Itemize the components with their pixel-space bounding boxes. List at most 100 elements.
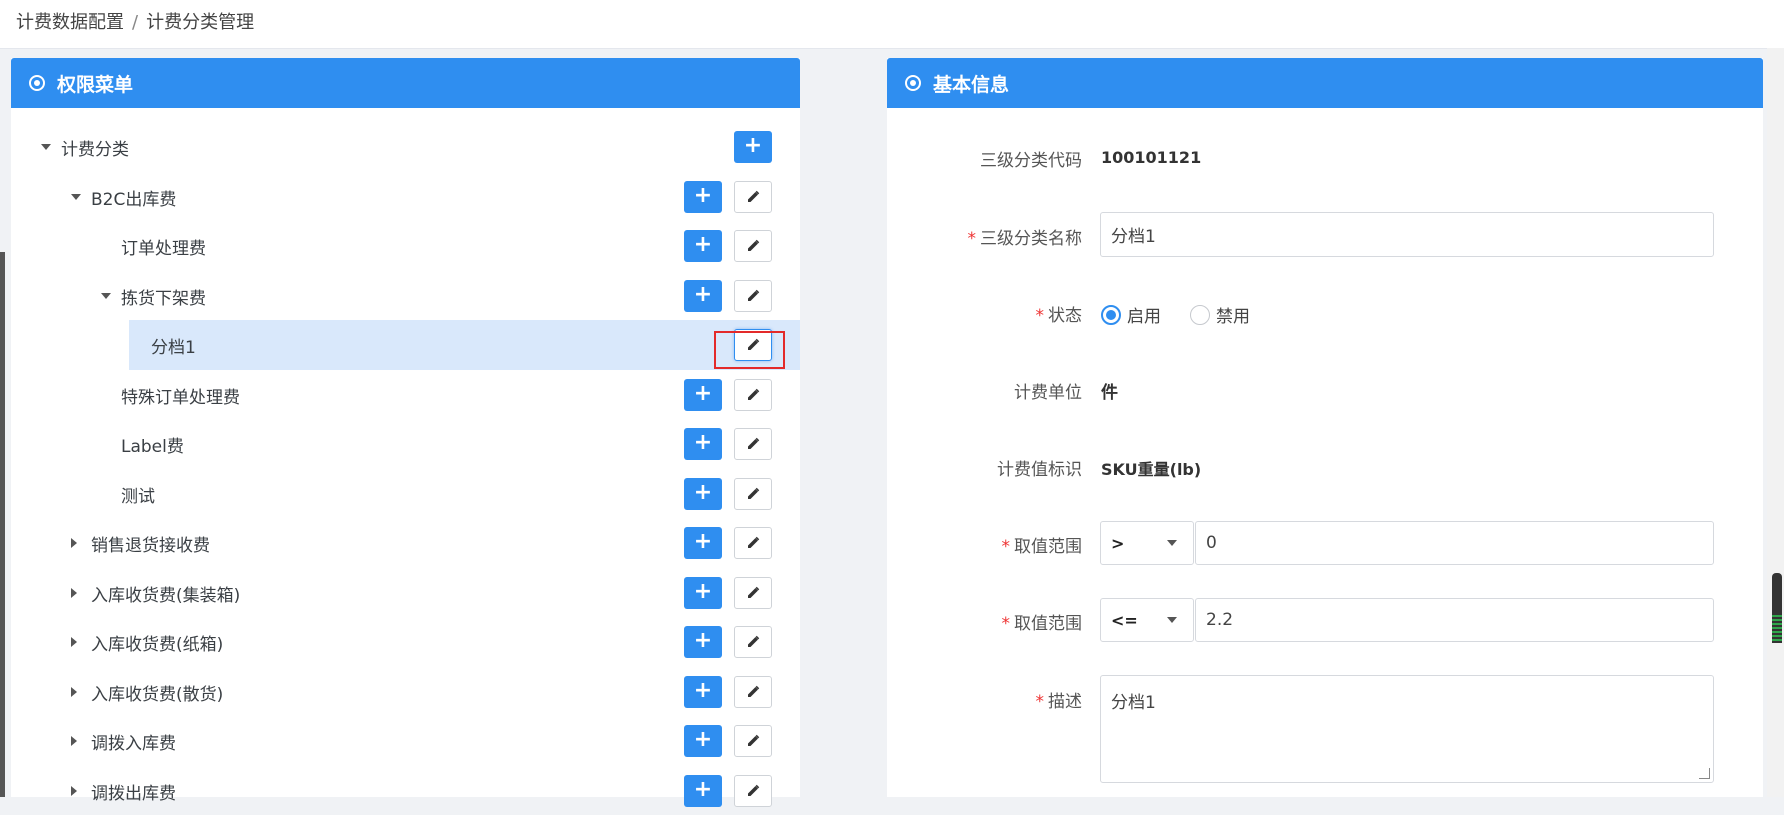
caret-right-icon[interactable] — [71, 736, 77, 746]
edit-button[interactable] — [734, 280, 772, 312]
edit-button[interactable] — [734, 676, 772, 708]
tree-row[interactable]: 拣货下架费 + — [11, 271, 800, 321]
tree-row[interactable]: 分档1 — [129, 320, 800, 370]
caret-right-icon[interactable] — [71, 687, 77, 697]
desc-label: *描述 — [1036, 687, 1083, 712]
add-child-button[interactable]: + — [684, 676, 722, 708]
caret-down-icon[interactable] — [101, 293, 111, 299]
add-child-button[interactable]: + — [734, 131, 772, 163]
pencil-icon — [746, 635, 760, 649]
tree-row[interactable]: B2C出库费 + — [11, 172, 800, 222]
tree-row[interactable]: 入库收货费(纸箱) + — [11, 617, 800, 667]
add-child-button[interactable]: + — [684, 527, 722, 559]
caret-right-icon[interactable] — [71, 588, 77, 598]
pencil-icon — [746, 586, 760, 600]
add-child-button[interactable]: + — [684, 230, 722, 262]
basic-info-header: 基本信息 — [887, 58, 1763, 108]
required-mark: * — [1036, 692, 1045, 712]
tree-node-label[interactable]: B2C出库费 — [91, 185, 176, 210]
tree-row[interactable]: 特殊订单处理费 + — [11, 370, 800, 420]
pencil-icon — [746, 437, 760, 451]
tree-node-label[interactable]: 入库收货费(纸箱) — [91, 630, 223, 655]
edit-button[interactable] — [734, 577, 772, 609]
tree-node-label[interactable]: 销售退货接收费 — [91, 531, 210, 556]
caret-right-icon[interactable] — [71, 538, 77, 548]
wordpress-icon — [29, 75, 45, 91]
category-tree: 计费分类+B2C出库费+订单处理费+拣货下架费+分档1特殊订单处理费+Label… — [11, 108, 800, 815]
tree-row[interactable]: 入库收货费(散货) + — [11, 667, 800, 717]
edit-button[interactable] — [734, 775, 772, 807]
name-label: *三级分类名称 — [968, 224, 1083, 249]
tree-row[interactable]: Label费 + — [11, 419, 800, 469]
required-mark: * — [1002, 537, 1011, 557]
caret-down-icon[interactable] — [41, 144, 51, 150]
status-radio-disabled[interactable]: 禁用 — [1190, 302, 1250, 327]
name-input[interactable]: 分档1 — [1100, 212, 1714, 257]
tree-row[interactable]: 入库收货费(集装箱) + — [11, 568, 800, 618]
tree-node-label[interactable]: 调拨出库费 — [91, 779, 176, 804]
edit-button[interactable] — [734, 725, 772, 757]
radio-checked-icon — [1101, 305, 1121, 325]
pencil-icon — [746, 487, 760, 501]
description-textarea[interactable]: 分档1 — [1100, 675, 1714, 783]
permission-menu-panel: 权限菜单 计费分类+B2C出库费+订单处理费+拣货下架费+分档1特殊订单处理费+… — [11, 58, 800, 797]
tree-node-label[interactable]: 分档1 — [151, 333, 196, 358]
window-edge — [0, 252, 5, 797]
range1-value-input[interactable]: 0 — [1195, 521, 1714, 565]
unit-value: 件 — [1101, 378, 1118, 403]
edit-button[interactable] — [734, 230, 772, 262]
add-child-button[interactable]: + — [684, 577, 722, 609]
range1-label: *取值范围 — [1002, 532, 1083, 557]
add-child-button[interactable]: + — [684, 626, 722, 658]
tree-row[interactable]: 调拨入库费 + — [11, 716, 800, 766]
breadcrumb-item-category-manage: 计费分类管理 — [146, 12, 254, 33]
tree-node-label[interactable]: 调拨入库费 — [91, 729, 176, 754]
scrollbar[interactable] — [1767, 48, 1784, 797]
tree-row[interactable]: 计费分类 + — [11, 122, 800, 172]
edit-button[interactable] — [734, 527, 772, 559]
flag-value: SKU重量(lb) — [1101, 456, 1201, 480]
tree-row[interactable]: 销售退货接收费 + — [11, 518, 800, 568]
unit-label: 计费单位 — [1014, 378, 1082, 403]
tree-row[interactable]: 测试 + — [11, 469, 800, 519]
resize-handle-icon[interactable] — [1699, 768, 1710, 779]
pencil-icon — [746, 685, 760, 699]
code-value: 100101121 — [1101, 148, 1201, 167]
pencil-icon — [746, 536, 760, 550]
caret-right-icon[interactable] — [71, 786, 77, 796]
pencil-icon — [746, 734, 760, 748]
tree-node-label[interactable]: 入库收货费(集装箱) — [91, 581, 240, 606]
edit-button[interactable] — [734, 428, 772, 460]
tree-node-label[interactable]: Label费 — [121, 432, 184, 457]
add-child-button[interactable]: + — [684, 181, 722, 213]
edit-button[interactable] — [734, 181, 772, 213]
edit-button[interactable] — [734, 379, 772, 411]
range2-operator-select[interactable]: <= — [1100, 598, 1194, 642]
range1-operator-select[interactable]: > — [1100, 521, 1194, 565]
edit-button[interactable] — [734, 478, 772, 510]
add-child-button[interactable]: + — [684, 280, 722, 312]
add-child-button[interactable]: + — [684, 428, 722, 460]
breadcrumb-item-billing-config[interactable]: 计费数据配置 — [16, 12, 124, 33]
tree-node-label[interactable]: 计费分类 — [61, 135, 129, 160]
add-child-button[interactable]: + — [684, 379, 722, 411]
tree-node-label[interactable]: 特殊订单处理费 — [121, 383, 240, 408]
tree-node-label[interactable]: 订单处理费 — [121, 234, 206, 259]
required-mark: * — [968, 229, 977, 249]
tree-node-label[interactable]: 入库收货费(散货) — [91, 680, 223, 705]
tree-row[interactable]: 订单处理费 + — [11, 221, 800, 271]
add-child-button[interactable]: + — [684, 775, 722, 807]
code-label: 三级分类代码 — [980, 146, 1082, 171]
range2-value-input[interactable]: 2.2 — [1195, 598, 1714, 642]
tree-row[interactable]: 调拨出库费 + — [11, 766, 800, 815]
edit-button[interactable] — [734, 626, 772, 658]
add-child-button[interactable]: + — [684, 478, 722, 510]
tree-node-label[interactable]: 测试 — [121, 482, 155, 507]
add-child-button[interactable]: + — [684, 725, 722, 757]
range2-label: *取值范围 — [1002, 609, 1083, 634]
pencil-icon — [746, 190, 760, 204]
status-radio-enabled[interactable]: 启用 — [1101, 302, 1161, 327]
caret-down-icon[interactable] — [71, 194, 81, 200]
tree-node-label[interactable]: 拣货下架费 — [121, 284, 206, 309]
caret-right-icon[interactable] — [71, 637, 77, 647]
